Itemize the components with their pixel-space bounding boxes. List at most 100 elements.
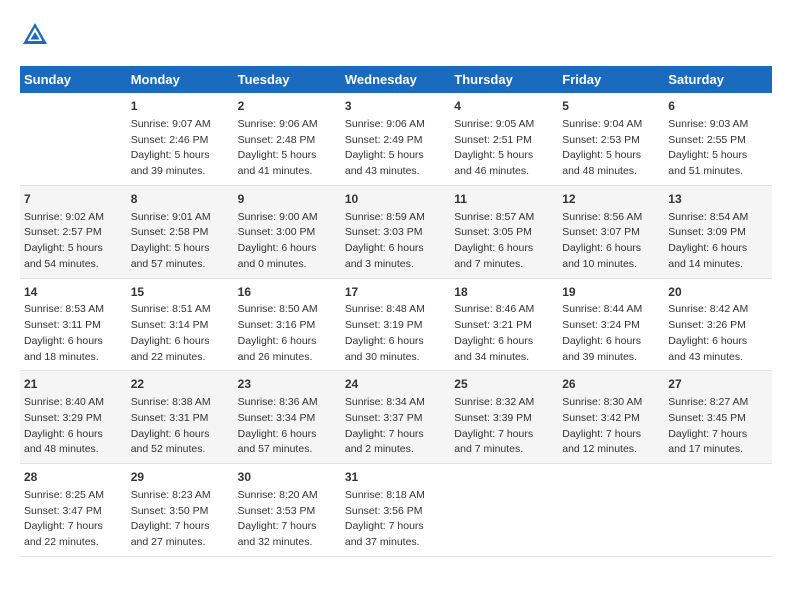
day-content: Sunrise: 8:44 AMSunset: 3:24 PMDaylight:… (562, 302, 660, 365)
day-content: Sunrise: 8:32 AMSunset: 3:39 PMDaylight:… (454, 395, 554, 458)
day-of-week-header: Sunday (20, 66, 127, 93)
calendar-cell: 3 Sunrise: 9:06 AMSunset: 2:49 PMDaylight… (341, 93, 450, 185)
day-number: 1 (131, 98, 230, 115)
day-content: Sunrise: 9:06 AMSunset: 2:49 PMDaylight:… (345, 117, 446, 180)
day-number: 31 (345, 469, 446, 486)
calendar-cell: 4 Sunrise: 9:05 AMSunset: 2:51 PMDaylight… (450, 93, 558, 185)
day-number: 27 (668, 376, 768, 393)
calendar-cell: 10 Sunrise: 8:59 AMSunset: 3:03 PMDayligh… (341, 185, 450, 278)
day-number: 26 (562, 376, 660, 393)
day-content: Sunrise: 8:48 AMSunset: 3:19 PMDaylight:… (345, 302, 446, 365)
calendar-cell (558, 464, 664, 557)
day-content: Sunrise: 8:23 AMSunset: 3:50 PMDaylight:… (131, 488, 230, 551)
day-number: 15 (131, 284, 230, 301)
calendar-cell (20, 93, 127, 185)
day-content: Sunrise: 9:02 AMSunset: 2:57 PMDaylight:… (24, 210, 123, 273)
calendar-cell: 18Sunrise: 8:46 AMSunset: 3:21 PMDayligh… (450, 278, 558, 371)
calendar-cell (664, 464, 772, 557)
calendar-cell: 26 Sunrise: 8:30 AMSunset: 3:42 PMDayligh… (558, 371, 664, 464)
calendar-cell: 7 Sunrise: 9:02 AMSunset: 2:57 PMDaylight… (20, 185, 127, 278)
day-content: Sunrise: 8:36 AMSunset: 3:34 PMDaylight:… (238, 395, 337, 458)
calendar-cell: 17Sunrise: 8:48 AMSunset: 3:19 PMDayligh… (341, 278, 450, 371)
day-number: 20 (668, 284, 768, 301)
day-number: 4 (454, 98, 554, 115)
calendar-cell: 11 Sunrise: 8:57 AMSunset: 3:05 PMDayligh… (450, 185, 558, 278)
day-of-week-header: Thursday (450, 66, 558, 93)
day-content: Sunrise: 8:27 AMSunset: 3:45 PMDaylight:… (668, 395, 768, 458)
calendar-cell: 13 Sunrise: 8:54 AMSunset: 3:09 PMDayligh… (664, 185, 772, 278)
day-number: 3 (345, 98, 446, 115)
day-content: Sunrise: 8:50 AMSunset: 3:16 PMDaylight:… (238, 302, 337, 365)
calendar-cell: 19Sunrise: 8:44 AMSunset: 3:24 PMDayligh… (558, 278, 664, 371)
calendar-cell: 24Sunrise: 8:34 AMSunset: 3:37 PMDayligh… (341, 371, 450, 464)
calendar-cell: 14Sunrise: 8:53 AMSunset: 3:11 PMDayligh… (20, 278, 127, 371)
day-content: Sunrise: 8:42 AMSunset: 3:26 PMDaylight:… (668, 302, 768, 365)
day-number: 10 (345, 191, 446, 208)
day-content: Sunrise: 8:46 AMSunset: 3:21 PMDaylight:… (454, 302, 554, 365)
calendar-cell: 22 Sunrise: 8:38 AMSunset: 3:31 PMDayligh… (127, 371, 234, 464)
day-content: Sunrise: 8:30 AMSunset: 3:42 PMDaylight:… (562, 395, 660, 458)
day-content: Sunrise: 8:25 AMSunset: 3:47 PMDaylight:… (24, 488, 123, 551)
day-content: Sunrise: 8:53 AMSunset: 3:11 PMDaylight:… (24, 302, 123, 365)
calendar-cell: 29Sunrise: 8:23 AMSunset: 3:50 PMDayligh… (127, 464, 234, 557)
calendar-cell: 8Sunrise: 9:01 AMSunset: 2:58 PMDaylight… (127, 185, 234, 278)
calendar-cell: 16Sunrise: 8:50 AMSunset: 3:16 PMDayligh… (234, 278, 341, 371)
day-number: 13 (668, 191, 768, 208)
calendar-week-row: 21 Sunrise: 8:40 AMSunset: 3:29 PMDayligh… (20, 371, 772, 464)
day-content: Sunrise: 9:06 AMSunset: 2:48 PMDaylight:… (238, 117, 337, 180)
day-content: Sunrise: 8:54 AMSunset: 3:09 PMDaylight:… (668, 210, 768, 273)
day-number: 23 (238, 376, 337, 393)
calendar-cell: 9Sunrise: 9:00 AMSunset: 3:00 PMDaylight… (234, 185, 341, 278)
day-content: Sunrise: 8:34 AMSunset: 3:37 PMDaylight:… (345, 395, 446, 458)
day-content: Sunrise: 8:57 AMSunset: 3:05 PMDaylight:… (454, 210, 554, 273)
calendar-week-row: 1Sunrise: 9:07 AMSunset: 2:46 PMDaylight… (20, 93, 772, 185)
day-content: Sunrise: 8:56 AMSunset: 3:07 PMDaylight:… (562, 210, 660, 273)
calendar-cell: 6Sunrise: 9:03 AMSunset: 2:55 PMDaylight… (664, 93, 772, 185)
day-number: 6 (668, 98, 768, 115)
calendar-cell: 1Sunrise: 9:07 AMSunset: 2:46 PMDaylight… (127, 93, 234, 185)
day-content: Sunrise: 9:05 AMSunset: 2:51 PMDaylight:… (454, 117, 554, 180)
day-number: 8 (131, 191, 230, 208)
calendar-week-row: 14Sunrise: 8:53 AMSunset: 3:11 PMDayligh… (20, 278, 772, 371)
day-number: 16 (238, 284, 337, 301)
day-content: Sunrise: 8:40 AMSunset: 3:29 PMDaylight:… (24, 395, 123, 458)
calendar-cell: 28 Sunrise: 8:25 AMSunset: 3:47 PMDayligh… (20, 464, 127, 557)
day-content: Sunrise: 8:18 AMSunset: 3:56 PMDaylight:… (345, 488, 446, 551)
day-number: 21 (24, 376, 123, 393)
calendar-cell: 12 Sunrise: 8:56 AMSunset: 3:07 PMDayligh… (558, 185, 664, 278)
calendar-cell: 31 Sunrise: 8:18 AMSunset: 3:56 PMDayligh… (341, 464, 450, 557)
day-content: Sunrise: 8:20 AMSunset: 3:53 PMDaylight:… (238, 488, 337, 551)
calendar-cell (450, 464, 558, 557)
calendar-week-row: 28 Sunrise: 8:25 AMSunset: 3:47 PMDayligh… (20, 464, 772, 557)
day-number: 28 (24, 469, 123, 486)
day-number: 17 (345, 284, 446, 301)
day-number: 18 (454, 284, 554, 301)
day-content: Sunrise: 8:59 AMSunset: 3:03 PMDaylight:… (345, 210, 446, 273)
day-content: Sunrise: 8:38 AMSunset: 3:31 PMDaylight:… (131, 395, 230, 458)
day-of-week-header: Tuesday (234, 66, 341, 93)
day-of-week-header: Wednesday (341, 66, 450, 93)
calendar-week-row: 7 Sunrise: 9:02 AMSunset: 2:57 PMDaylight… (20, 185, 772, 278)
day-number: 5 (562, 98, 660, 115)
day-number: 11 (454, 191, 554, 208)
logo-icon (20, 20, 50, 50)
calendar-table: SundayMondayTuesdayWednesdayThursdayFrid… (20, 66, 772, 557)
day-number: 22 (131, 376, 230, 393)
calendar-cell: 23 Sunrise: 8:36 AMSunset: 3:34 PMDayligh… (234, 371, 341, 464)
day-number: 19 (562, 284, 660, 301)
day-content: Sunrise: 8:51 AMSunset: 3:14 PMDaylight:… (131, 302, 230, 365)
calendar-cell: 21 Sunrise: 8:40 AMSunset: 3:29 PMDayligh… (20, 371, 127, 464)
day-number: 30 (238, 469, 337, 486)
day-number: 7 (24, 191, 123, 208)
day-number: 25 (454, 376, 554, 393)
day-number: 14 (24, 284, 123, 301)
day-of-week-header: Friday (558, 66, 664, 93)
day-number: 12 (562, 191, 660, 208)
day-content: Sunrise: 9:04 AMSunset: 2:53 PMDaylight:… (562, 117, 660, 180)
calendar-cell: 2 Sunrise: 9:06 AMSunset: 2:48 PMDaylight… (234, 93, 341, 185)
calendar-cell: 30 Sunrise: 8:20 AMSunset: 3:53 PMDayligh… (234, 464, 341, 557)
day-number: 2 (238, 98, 337, 115)
calendar-cell: 20Sunrise: 8:42 AMSunset: 3:26 PMDayligh… (664, 278, 772, 371)
page-header (20, 20, 772, 50)
day-content: Sunrise: 9:00 AMSunset: 3:00 PMDaylight:… (238, 210, 337, 273)
